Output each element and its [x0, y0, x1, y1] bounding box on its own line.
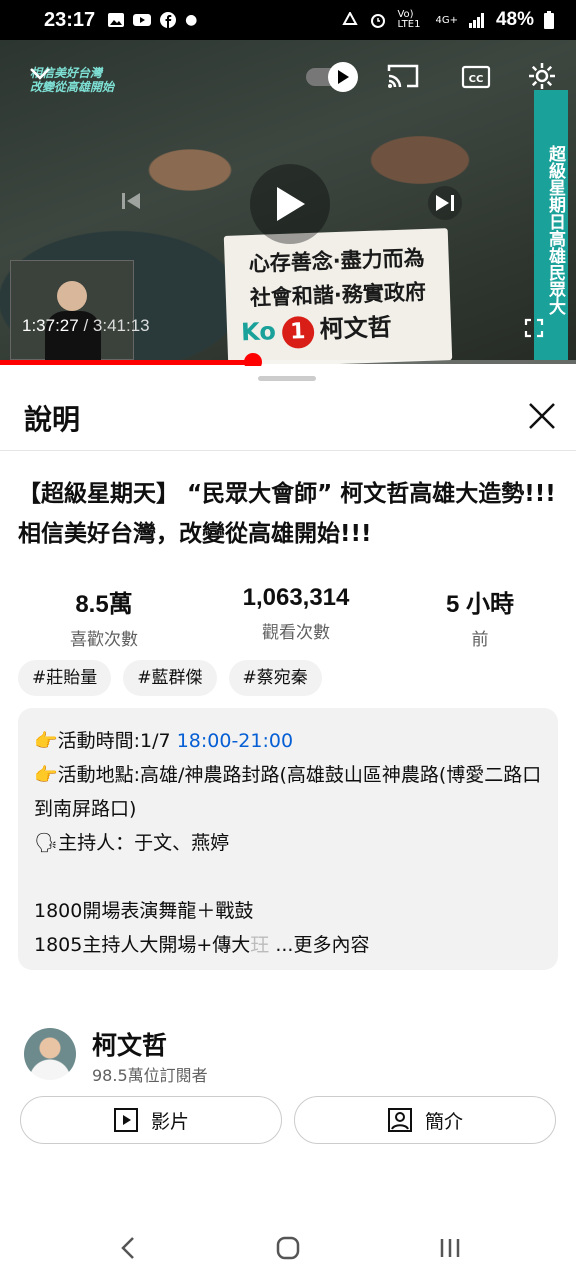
- status-bar: 23:17 ● Vo) LTE1 4G+ 48%: [0, 0, 576, 40]
- next-button[interactable]: [428, 186, 462, 220]
- status-time: 23:17: [44, 8, 96, 31]
- drag-handle[interactable]: [258, 376, 316, 381]
- description-sheet: 說明 【超級星期天】 “民眾大會師” 柯文哲高雄大造勢!!! 相信美好台灣，改變…: [0, 366, 576, 1280]
- time-link[interactable]: 18:00-21:00: [177, 730, 293, 752]
- about-button[interactable]: 簡介: [294, 1096, 556, 1144]
- facebook-icon: [160, 12, 177, 28]
- recents-icon: [440, 1239, 460, 1257]
- close-icon: [529, 403, 555, 429]
- dot-icon: ●: [185, 12, 198, 28]
- progress-bar[interactable]: [0, 353, 576, 371]
- sign-language-inset: [10, 260, 134, 361]
- autoplay-toggle[interactable]: [306, 62, 358, 92]
- progress-fill: [0, 360, 254, 365]
- description-line: 1800開場表演舞龍＋戰鼓: [34, 900, 254, 922]
- skip-next-icon: [436, 195, 454, 211]
- recents-button[interactable]: [430, 1232, 470, 1264]
- hashtag-list: #莊貽量 #藍群傑 #蔡宛秦: [18, 660, 322, 696]
- battery-percent: 48%: [495, 9, 534, 30]
- stats-row: 8.5萬 喜歡次數 1,063,314 觀看次數 5 小時 前: [0, 584, 576, 650]
- svg-text:CC: CC: [469, 74, 484, 85]
- about-button-label: 簡介: [424, 1110, 463, 1133]
- captions-button[interactable]: CC: [460, 64, 492, 90]
- current-time: 1:37:27: [22, 316, 79, 335]
- description-box[interactable]: 👉活動時間:1/7 18:00-21:00 👉活動地點:高雄/神農路封路(高雄鼓…: [18, 708, 558, 970]
- description-line: 1805主持人大開場+傳大玨 ...更多內容: [34, 934, 370, 956]
- play-button[interactable]: [250, 164, 330, 244]
- signal-icon: [468, 13, 484, 28]
- hashtag-chip[interactable]: #蔡宛秦: [228, 660, 322, 696]
- channel-row[interactable]: 柯文哲 98.5萬位訂閱者: [24, 1026, 554, 1085]
- recycle-icon: [342, 12, 359, 25]
- show-more-link[interactable]: ...更多內容: [275, 934, 369, 956]
- fullscreen-icon: [524, 318, 544, 338]
- profile-icon: [387, 1108, 412, 1132]
- subscriber-count: 98.5萬位訂閱者: [92, 1066, 208, 1085]
- gear-icon: [529, 63, 555, 89]
- battery-icon: [544, 11, 554, 29]
- channel-name[interactable]: 柯文哲: [92, 1026, 167, 1062]
- settings-button[interactable]: [526, 60, 558, 92]
- hashtag-chip[interactable]: #莊貽量: [18, 660, 112, 696]
- views-value: 1,063,314: [242, 584, 350, 611]
- youtube-icon: [133, 14, 152, 26]
- views-label: 觀看次數: [262, 623, 330, 643]
- likes-value: 8.5萬: [75, 591, 133, 618]
- channel-avatar[interactable]: [24, 1028, 76, 1080]
- cast-icon: [387, 64, 419, 88]
- back-icon: [121, 1237, 134, 1259]
- skip-previous-icon: [122, 193, 140, 209]
- play-icon: [277, 187, 305, 221]
- back-button[interactable]: [108, 1232, 148, 1264]
- duration: 3:41:13: [92, 316, 150, 335]
- video-title: 【超級星期天】 “民眾大會師” 柯文哲高雄大造勢!!! 相信美好台灣，改變從高雄…: [18, 481, 556, 547]
- cast-button[interactable]: [386, 62, 420, 90]
- description-line: 🗣主持人：于文、燕婷: [34, 832, 230, 854]
- description-line: 👉活動時間:1/7 18:00-21:00: [34, 730, 294, 752]
- likes-label: 喜歡次數: [70, 630, 138, 650]
- sheet-title: 說明: [24, 403, 81, 436]
- home-button[interactable]: [268, 1232, 308, 1264]
- videos-button-label: 影片: [150, 1110, 189, 1133]
- home-icon: [276, 1236, 300, 1260]
- playback-time: 1:37:27 / 3:41:13: [22, 316, 150, 335]
- video-library-icon: [113, 1108, 138, 1132]
- previous-button[interactable]: [116, 186, 146, 216]
- system-nav-bar: [0, 1216, 576, 1280]
- volte-label: Vo) LTE1: [397, 9, 421, 30]
- alarm-icon: [371, 14, 386, 28]
- views-stat: 1,063,314 觀看次數: [216, 584, 376, 643]
- fullscreen-button[interactable]: [522, 316, 546, 340]
- videos-button[interactable]: 影片: [20, 1096, 282, 1144]
- age-value: 5 小時: [445, 591, 514, 618]
- collapse-button[interactable]: [26, 60, 54, 88]
- network-label: 4G+: [435, 14, 458, 26]
- age-stat: 5 小時 前: [420, 584, 540, 650]
- hashtag-chip[interactable]: #藍群傑: [123, 660, 217, 696]
- chevron-down-icon: [30, 68, 50, 80]
- play-small-icon: [338, 70, 349, 84]
- age-label: 前: [471, 630, 489, 650]
- gallery-icon: [108, 13, 125, 27]
- likes-stat: 8.5萬 喜歡次數: [44, 584, 164, 650]
- video-player[interactable]: 相信美好台灣 改變從高雄開始 心存善念·盡力而為 社會和諧·務實政府 Ko 1 柯文…: [0, 40, 576, 364]
- description-line: 👉活動地點:高雄/神農路封路(高雄鼓山區神農路(博愛二路口到南屏路口): [34, 764, 542, 820]
- close-button[interactable]: [526, 400, 558, 432]
- video-sign: 心存善念·盡力而為 社會和諧·務實政府 Ko 1 柯文哲: [223, 228, 453, 364]
- divider: [0, 450, 576, 451]
- closed-captions-icon: CC: [461, 65, 491, 89]
